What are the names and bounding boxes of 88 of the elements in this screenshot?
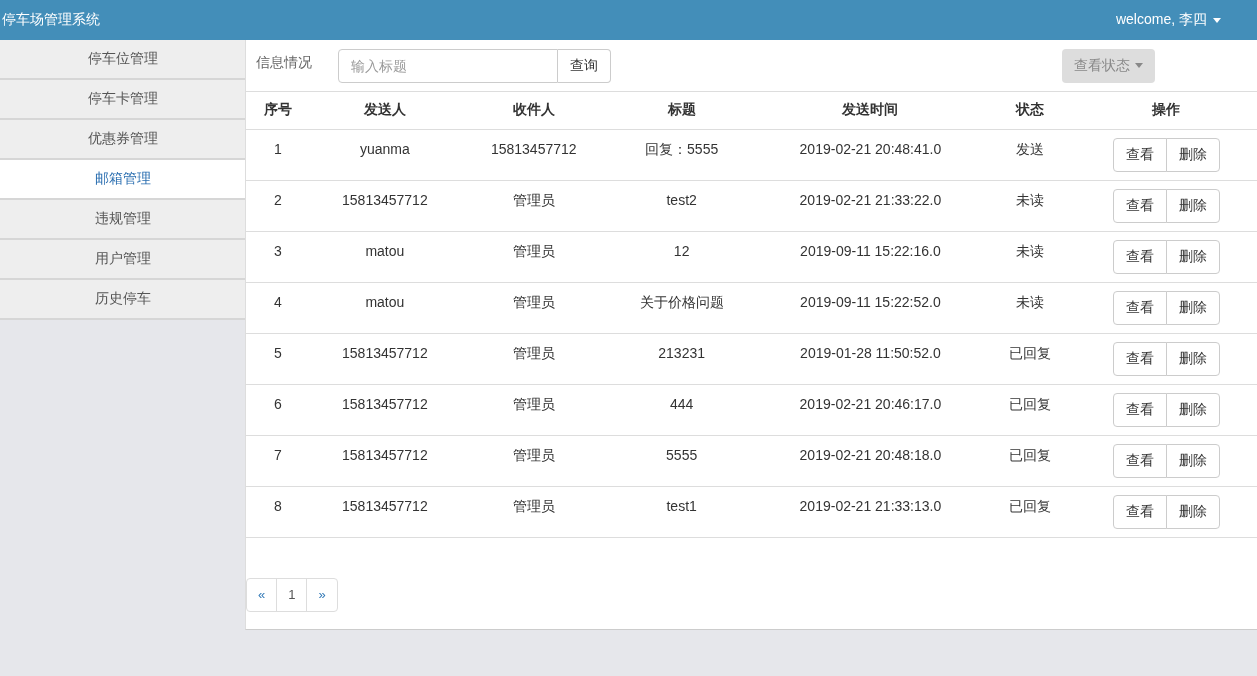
table-cell: 已回复 <box>985 384 1076 435</box>
sidebar-item[interactable]: 邮箱管理 <box>0 160 245 200</box>
table-cell: 管理员 <box>459 282 608 333</box>
delete-button[interactable]: 删除 <box>1165 393 1220 427</box>
table-cell: 未读 <box>985 231 1076 282</box>
sidebar-item[interactable]: 违规管理 <box>0 200 245 240</box>
table-cell: 未读 <box>985 180 1076 231</box>
table-cell: 未读 <box>985 282 1076 333</box>
table-cell: 管理员 <box>459 384 608 435</box>
table-cell: 15813457712 <box>309 486 460 537</box>
delete-button[interactable]: 删除 <box>1165 444 1220 478</box>
table-cell: 444 <box>607 384 756 435</box>
column-header: 序号 <box>246 92 310 129</box>
sidebar-item[interactable]: 历史停车 <box>0 280 245 320</box>
table-cell: 回复：5555 <box>607 129 756 180</box>
delete-button[interactable]: 删除 <box>1165 495 1220 529</box>
column-header: 操作 <box>1075 92 1257 129</box>
table-cell: 2019-02-21 20:48:18.0 <box>755 435 986 486</box>
table-cell: 关于价格问题 <box>607 282 756 333</box>
column-header: 收件人 <box>459 92 608 129</box>
table-cell: 2019-09-11 15:22:52.0 <box>755 282 986 333</box>
table-cell: 已回复 <box>985 333 1076 384</box>
delete-button[interactable]: 删除 <box>1165 138 1220 172</box>
sidebar-item[interactable]: 用户管理 <box>0 240 245 280</box>
table-cell: 2019-02-21 21:33:13.0 <box>755 486 986 537</box>
sidebar-item[interactable]: 停车卡管理 <box>0 80 245 120</box>
delete-button[interactable]: 删除 <box>1165 189 1220 223</box>
table-cell: 管理员 <box>459 486 608 537</box>
table-cell: 已回复 <box>985 486 1076 537</box>
view-button[interactable]: 查看 <box>1112 291 1167 325</box>
section-label: 信息情况 <box>256 53 312 72</box>
delete-button[interactable]: 删除 <box>1165 342 1220 376</box>
table-cell: 1 <box>246 129 310 180</box>
column-header: 发送时间 <box>755 92 986 129</box>
table-cell: yuanma <box>309 129 460 180</box>
view-button[interactable]: 查看 <box>1112 240 1167 274</box>
table-cell: 15813457712 <box>309 384 460 435</box>
table-cell: 15813457712 <box>309 435 460 486</box>
user-menu[interactable]: welcome, 李四 <box>1115 11 1221 29</box>
delete-button[interactable]: 删除 <box>1165 291 1220 325</box>
app-title: 停车场管理系统 <box>2 11 100 29</box>
pagination-link[interactable]: 1 <box>276 577 308 612</box>
sidebar-item[interactable]: 优惠券管理 <box>0 120 245 160</box>
sidebar-item[interactable]: 停车位管理 <box>0 40 245 80</box>
view-button[interactable]: 查看 <box>1112 495 1167 529</box>
caret-icon <box>1135 63 1143 68</box>
table-cell: 管理员 <box>459 333 608 384</box>
table-cell: 管理员 <box>459 231 608 282</box>
pagination-link[interactable]: « <box>246 577 278 612</box>
table-cell: 管理员 <box>459 180 608 231</box>
table-cell: matou <box>309 231 460 282</box>
table-cell: 213231 <box>607 333 756 384</box>
table-cell: 15813457712 <box>309 333 460 384</box>
view-button[interactable]: 查看 <box>1112 342 1167 376</box>
table-cell: 8 <box>246 486 310 537</box>
table-cell: test2 <box>607 180 756 231</box>
table-cell: 4 <box>246 282 310 333</box>
table-cell: 6 <box>246 384 310 435</box>
table-cell: 3 <box>246 231 310 282</box>
view-button[interactable]: 查看 <box>1112 393 1167 427</box>
table-cell: 5 <box>246 333 310 384</box>
table-cell: 2 <box>246 180 310 231</box>
table-cell: 2019-02-21 21:33:22.0 <box>755 180 986 231</box>
search-button[interactable]: 查询 <box>558 48 611 83</box>
table-cell: 2019-01-28 11:50:52.0 <box>755 333 986 384</box>
table-cell: 7 <box>246 435 310 486</box>
column-header: 发送人 <box>309 92 460 129</box>
view-button[interactable]: 查看 <box>1112 444 1167 478</box>
table-cell: matou <box>309 282 460 333</box>
delete-button[interactable]: 删除 <box>1165 240 1220 274</box>
table-cell: 管理员 <box>459 435 608 486</box>
table-cell: 2019-02-21 20:46:17.0 <box>755 384 986 435</box>
table-cell: 已回复 <box>985 435 1076 486</box>
column-header: 状态 <box>985 92 1076 129</box>
table-cell: 12 <box>607 231 756 282</box>
view-button[interactable]: 查看 <box>1112 189 1167 223</box>
view-button[interactable]: 查看 <box>1112 138 1167 172</box>
table-cell: 15813457712 <box>309 180 460 231</box>
column-header: 标题 <box>607 92 756 129</box>
table-cell: 2019-09-11 15:22:16.0 <box>755 231 986 282</box>
table-cell: 发送 <box>985 129 1076 180</box>
table-cell: 2019-02-21 20:48:41.0 <box>755 129 986 180</box>
pagination-link[interactable]: » <box>306 577 338 612</box>
caret-icon <box>1213 17 1221 23</box>
table-cell: 5555 <box>607 435 756 486</box>
table-cell: test1 <box>607 486 756 537</box>
search-field[interactable]: 输入标题 <box>338 48 558 83</box>
table-cell: 15813457712 <box>459 129 608 180</box>
